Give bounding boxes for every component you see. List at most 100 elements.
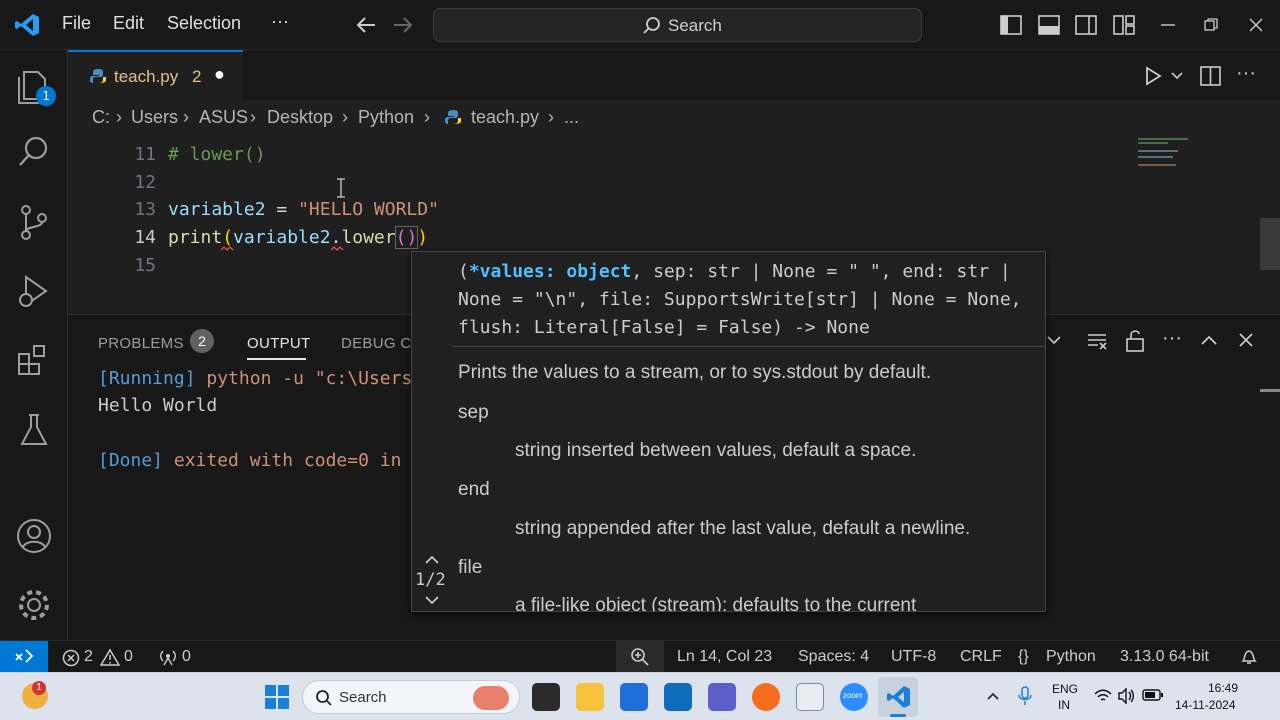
error-squiggle xyxy=(331,246,344,251)
source-control-button[interactable] xyxy=(14,202,54,242)
firefox-icon[interactable] xyxy=(752,683,780,711)
command-center-search[interactable]: Search xyxy=(433,8,922,42)
doc-param-name: sep xyxy=(458,402,489,423)
teams-icon[interactable] xyxy=(708,683,736,711)
run-python-icon[interactable] xyxy=(1143,66,1163,86)
menu-file[interactable]: File xyxy=(62,13,91,34)
forward-arrow-icon[interactable] xyxy=(392,15,414,35)
clock-date[interactable]: 14-11-2024 xyxy=(1175,698,1236,712)
indentation[interactable]: Spaces: 4 xyxy=(798,648,869,666)
bell-icon[interactable] xyxy=(1240,647,1258,667)
ports-count[interactable]: 0 xyxy=(182,648,191,666)
testing-button[interactable] xyxy=(14,410,54,450)
editor-more-actions-icon[interactable]: ··· xyxy=(1236,62,1256,85)
wifi-icon[interactable] xyxy=(1094,689,1112,703)
tab-dirty-indicator[interactable]: ● xyxy=(214,64,225,85)
search-icon xyxy=(643,17,660,34)
panel-more-icon[interactable]: ··· xyxy=(1162,327,1182,350)
microphone-icon[interactable] xyxy=(1018,686,1032,706)
editor-scrollbar[interactable] xyxy=(1260,218,1280,270)
tab-teach-py[interactable]: teach.py 2 ● xyxy=(68,50,243,100)
document-icon[interactable] xyxy=(796,683,824,711)
accounts-button[interactable] xyxy=(14,516,54,556)
breadcrumb-item[interactable]: Users xyxy=(131,107,178,128)
output-line: [Running] python -u "c:\Users xyxy=(98,368,412,389)
volume-icon[interactable] xyxy=(1118,688,1136,704)
tab-problems[interactable]: PROBLEMS xyxy=(98,335,184,352)
chevron-down-icon[interactable] xyxy=(424,594,440,606)
breadcrumb-item[interactable]: ... xyxy=(564,107,579,128)
breadcrumb-separator: › xyxy=(116,107,122,127)
menu-more[interactable]: ··· xyxy=(271,11,289,32)
warning-count[interactable]: 0 xyxy=(124,648,133,666)
input-region[interactable]: IN xyxy=(1058,698,1070,712)
clear-output-icon[interactable] xyxy=(1086,330,1108,352)
manage-button[interactable] xyxy=(14,585,54,625)
sig-line: None = "\n", file: SupportsWrite[str] | … xyxy=(458,289,1022,310)
tab-bar xyxy=(68,50,1280,100)
explorer-button[interactable]: 1 xyxy=(14,66,56,106)
store-icon[interactable] xyxy=(620,683,648,711)
breadcrumb-item[interactable]: Desktop xyxy=(267,107,333,128)
run-debug-button[interactable] xyxy=(14,272,54,312)
back-arrow-icon[interactable] xyxy=(355,15,377,35)
ports-icon xyxy=(160,650,176,666)
search-highlight-icon xyxy=(473,686,509,710)
unlock-icon[interactable] xyxy=(1125,329,1145,353)
language-mode[interactable]: Python xyxy=(1046,648,1096,666)
breadcrumb-item[interactable]: teach.py xyxy=(471,107,539,128)
search-view-button[interactable] xyxy=(14,132,54,172)
task-view-icon[interactable] xyxy=(532,683,560,711)
breadcrumb-item[interactable]: ASUS xyxy=(199,107,248,128)
input-language[interactable]: ENG xyxy=(1052,682,1078,696)
taskbar-search[interactable]: Search xyxy=(302,680,520,714)
zoom-app-icon[interactable]: zoom xyxy=(840,683,868,711)
python-interpreter[interactable]: 3.13.0 64-bit xyxy=(1120,648,1209,666)
toggle-secondary-sidebar-icon[interactable] xyxy=(1075,14,1097,36)
chevron-down-icon[interactable] xyxy=(1170,70,1184,82)
braces-icon: {} xyxy=(1018,648,1029,665)
split-editor-icon[interactable] xyxy=(1200,65,1222,87)
close-panel-icon[interactable] xyxy=(1238,332,1254,348)
error-count[interactable]: 2 xyxy=(84,648,93,666)
vscode-logo-icon[interactable] xyxy=(14,12,40,38)
vscode-taskbar-button[interactable] xyxy=(878,677,918,717)
file-explorer-icon[interactable] xyxy=(576,683,604,711)
menu-edit[interactable]: Edit xyxy=(113,13,144,34)
windows-start-icon[interactable] xyxy=(265,685,289,709)
encoding[interactable]: UTF-8 xyxy=(891,648,936,666)
breadcrumb-separator: › xyxy=(250,107,256,127)
code-line: # lower() xyxy=(168,144,266,165)
cursor-position[interactable]: Ln 14, Col 23 xyxy=(677,648,772,666)
maximize-panel-icon[interactable] xyxy=(1200,333,1218,347)
chevron-up-icon[interactable] xyxy=(424,554,440,566)
menu-selection[interactable]: Selection xyxy=(167,13,241,34)
signature-help-popup[interactable]: (*values: object, sep: str | None = " ",… xyxy=(411,251,1046,612)
toggle-panel-icon[interactable] xyxy=(1038,14,1060,36)
tab-output[interactable]: OUTPUT xyxy=(247,335,310,352)
source-control-icon xyxy=(21,205,47,240)
tray-chevron-up-icon[interactable] xyxy=(986,691,1000,701)
battery-icon[interactable] xyxy=(1142,688,1164,702)
error-icon xyxy=(62,649,80,667)
toggle-primary-sidebar-icon[interactable] xyxy=(1000,14,1022,36)
problems-count-badge: 2 xyxy=(190,329,214,353)
minimap[interactable] xyxy=(1136,134,1206,174)
line-number-current: 14 xyxy=(134,227,156,248)
remote-indicator[interactable] xyxy=(0,641,48,672)
breadcrumb-item[interactable]: Python xyxy=(358,107,414,128)
close-window-icon[interactable] xyxy=(1248,17,1264,33)
zoom-indicator[interactable] xyxy=(616,641,664,672)
extensions-button[interactable] xyxy=(14,340,54,380)
signature: (*values: object, sep: str | None = " ",… xyxy=(458,258,1043,342)
customize-layout-icon[interactable] xyxy=(1113,14,1135,36)
clock-time[interactable]: 16:49 xyxy=(1208,681,1238,695)
breadcrumb-item[interactable]: C: xyxy=(92,107,110,128)
outlook-icon[interactable] xyxy=(664,683,692,711)
restore-icon[interactable] xyxy=(1203,17,1219,33)
breadcrumb-separator: › xyxy=(548,107,554,127)
panel-scrollbar[interactable] xyxy=(1260,389,1280,392)
minimize-icon[interactable] xyxy=(1160,18,1176,32)
chevron-down-icon[interactable] xyxy=(1046,334,1062,348)
line-endings[interactable]: CRLF xyxy=(960,648,1002,666)
